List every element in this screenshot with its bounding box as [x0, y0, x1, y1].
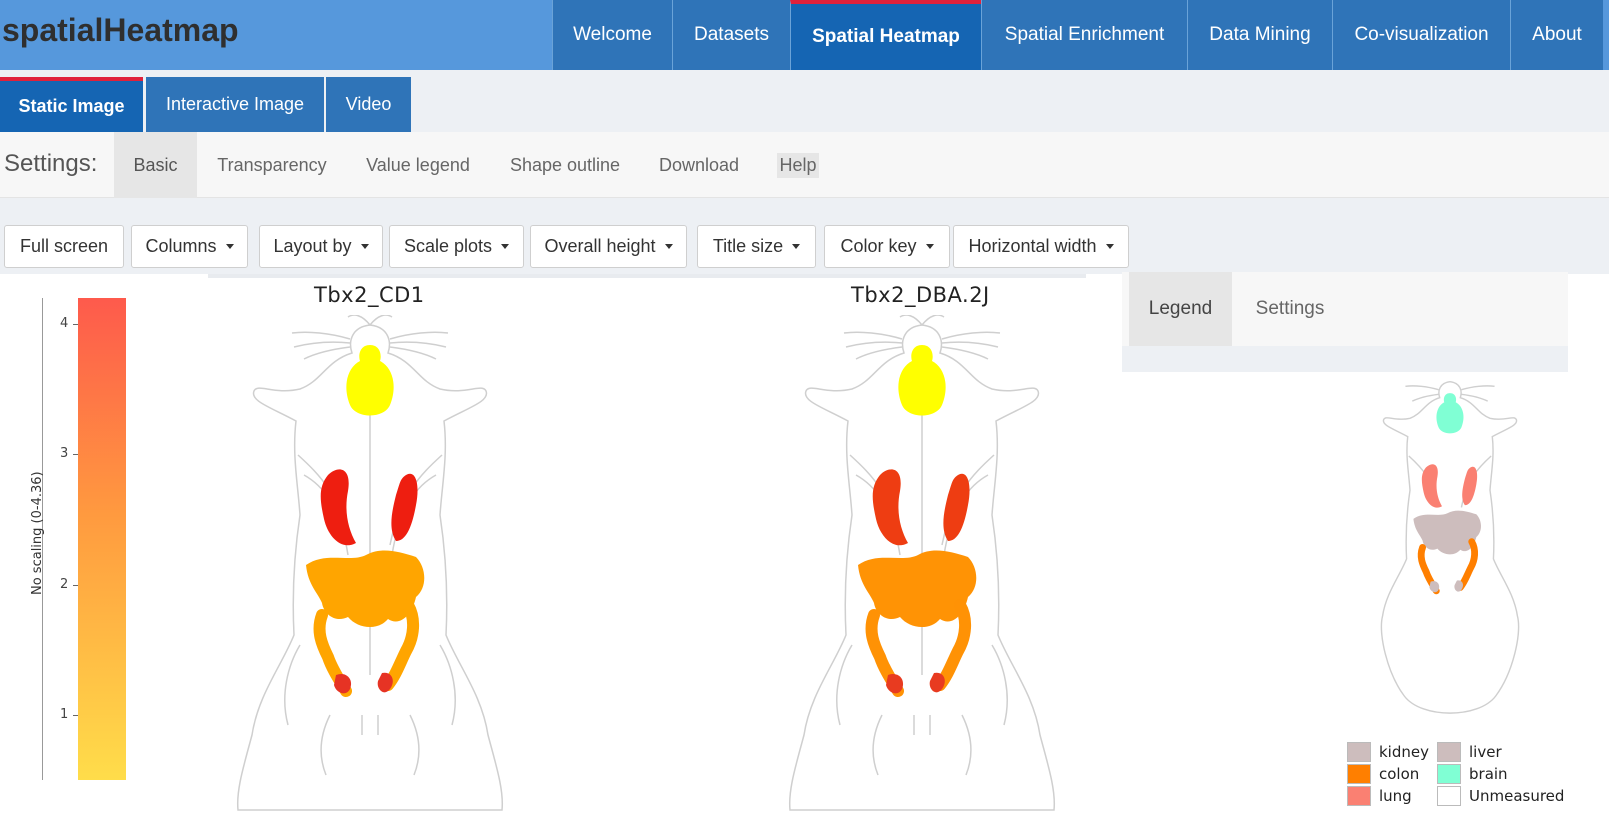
- legend-label: Unmeasured: [1469, 787, 1565, 805]
- kidney-left-region: [886, 673, 904, 694]
- settings-tab-value-legend[interactable]: Value legend: [358, 132, 478, 198]
- color-key-tick: [73, 454, 78, 456]
- color-key-tick-label: 4: [60, 316, 69, 332]
- full-screen-button[interactable]: Full screen: [4, 225, 124, 268]
- nav-datasets[interactable]: Datasets: [672, 0, 790, 70]
- tab-legend-settings[interactable]: Settings: [1240, 272, 1340, 346]
- color-key-tick-label: 1: [60, 706, 69, 722]
- tab-video[interactable]: Video: [326, 77, 411, 132]
- color-key-tick-label: 3: [60, 446, 69, 462]
- lung-left-region: [872, 469, 908, 546]
- title-size-dropdown[interactable]: Title size: [697, 225, 816, 268]
- color-key-dropdown[interactable]: Color key: [824, 225, 950, 268]
- legend-item-kidney: kidney: [1347, 742, 1429, 762]
- overall-height-dropdown[interactable]: Overall height: [530, 225, 687, 268]
- plot-header-strip: [208, 274, 1086, 278]
- settings-label: Settings:: [4, 150, 98, 177]
- lung-left-region: [320, 469, 356, 546]
- caret-down-icon: [1105, 244, 1114, 249]
- caret-down-icon: [664, 244, 673, 249]
- legend-lung-right-region: [1462, 466, 1478, 506]
- horizontal-width-dropdown[interactable]: Horizontal width: [953, 225, 1129, 268]
- legend-panel-strip: [1122, 346, 1568, 372]
- mouse-heatmap-1: [236, 315, 504, 811]
- plot-title-2: Tbx2_DBA.2J: [851, 283, 990, 307]
- legend-label: colon: [1379, 765, 1420, 783]
- mouse-heatmap-2: [788, 315, 1056, 811]
- caret-down-icon: [792, 244, 801, 249]
- legend-mouse: [1380, 380, 1520, 714]
- settings-tab-transparency[interactable]: Transparency: [207, 132, 337, 198]
- caret-down-icon: [225, 244, 234, 249]
- legend-brain-region: [1436, 393, 1464, 434]
- brain-region: [346, 345, 394, 416]
- tab-legend[interactable]: Legend: [1129, 272, 1232, 346]
- brain-region: [898, 345, 946, 416]
- color-key-tick-label: 2: [60, 576, 69, 592]
- legend-label: kidney: [1379, 743, 1429, 761]
- caret-down-icon: [925, 244, 934, 249]
- layout-by-label: Layout by: [273, 236, 352, 256]
- horizontal-width-label: Horizontal width: [968, 236, 1097, 256]
- color-key-tick: [73, 714, 78, 716]
- scale-plots-dropdown[interactable]: Scale plots: [389, 225, 524, 268]
- legend-label: brain: [1469, 765, 1508, 783]
- color-key-tick: [73, 324, 78, 326]
- tab-static-image[interactable]: Static Image: [0, 77, 143, 132]
- color-key-bar: [78, 298, 126, 780]
- legend-swatch: [1347, 764, 1371, 784]
- legend-kidney-left-region: [1429, 581, 1440, 593]
- caret-down-icon: [501, 244, 510, 249]
- legend-label: liver: [1469, 743, 1502, 761]
- scale-plots-label: Scale plots: [403, 236, 493, 256]
- settings-tab-help-label: Help: [777, 152, 819, 178]
- color-key-title: No scaling (0-4.36): [30, 471, 45, 595]
- nav-spatial-enrichment[interactable]: Spatial Enrichment: [981, 0, 1187, 70]
- nav-spatial-heatmap[interactable]: Spatial Heatmap: [790, 0, 981, 70]
- tab-interactive-image[interactable]: Interactive Image: [146, 77, 324, 132]
- legend-swatch: [1437, 742, 1461, 762]
- legend-swatch: [1437, 764, 1461, 784]
- columns-label: Columns: [145, 236, 217, 256]
- settings-tab-download[interactable]: Download: [652, 132, 746, 198]
- legend-swatch: [1437, 786, 1461, 806]
- settings-tab-help[interactable]: Help: [772, 132, 824, 198]
- plot-title-1: Tbx2_CD1: [314, 283, 425, 307]
- settings-tab-shape-outline[interactable]: Shape outline: [502, 132, 628, 198]
- app-brand[interactable]: spatialHeatmap: [2, 12, 239, 49]
- legend-swatch: [1347, 742, 1371, 762]
- color-key-label: Color key: [840, 236, 917, 256]
- nav-about[interactable]: About: [1510, 0, 1603, 70]
- kidney-left-region: [334, 673, 352, 694]
- color-key-tick: [73, 584, 78, 586]
- layout-by-dropdown[interactable]: Layout by: [259, 225, 383, 268]
- full-screen-label: Full screen: [19, 236, 109, 256]
- legend-lung-left-region: [1421, 464, 1442, 508]
- nav-welcome[interactable]: Welcome: [552, 0, 672, 70]
- caret-down-icon: [360, 244, 369, 249]
- overall-height-label: Overall height: [544, 236, 656, 256]
- legend-swatch: [1347, 786, 1371, 806]
- title-size-label: Title size: [712, 236, 784, 256]
- nav-co-visualization[interactable]: Co-visualization: [1332, 0, 1510, 70]
- legend-item-liver: liver: [1437, 742, 1502, 762]
- legend-item-lung: lung: [1347, 786, 1412, 806]
- lung-right-region: [943, 473, 970, 541]
- columns-dropdown[interactable]: Columns: [131, 225, 248, 268]
- legend-item-brain: brain: [1437, 764, 1508, 784]
- legend-item-colon: colon: [1347, 764, 1419, 784]
- legend-label: lung: [1379, 787, 1412, 805]
- lung-right-region: [391, 473, 418, 541]
- settings-tab-basic[interactable]: Basic: [114, 132, 197, 198]
- page: spatialHeatmap Welcome Datasets Spatial …: [0, 0, 1609, 822]
- nav-data-mining[interactable]: Data Mining: [1187, 0, 1332, 70]
- legend-item-unmeasured: Unmeasured: [1437, 786, 1564, 806]
